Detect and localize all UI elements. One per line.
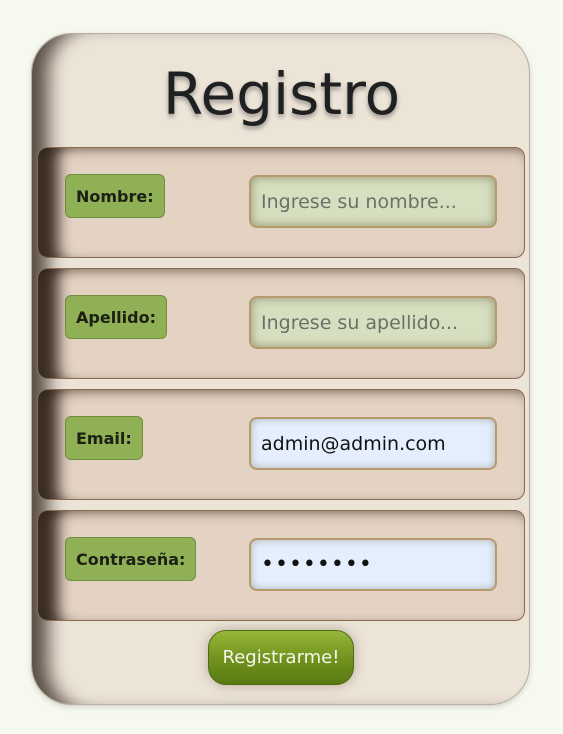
register-button[interactable]: Registrarme! [208, 630, 354, 685]
form-row-contrasena: Contraseña: [37, 510, 525, 621]
apellido-input[interactable] [249, 296, 497, 349]
form-row-email: Email: [37, 389, 525, 500]
form-row-apellido: Apellido: [37, 268, 525, 379]
email-label: Email: [65, 416, 143, 460]
form-row-nombre: Nombre: [37, 147, 525, 258]
apellido-label: Apellido: [65, 295, 167, 339]
nombre-label: Nombre: [65, 174, 165, 218]
nombre-input[interactable] [249, 175, 497, 228]
email-input[interactable] [249, 417, 497, 470]
contrasena-label: Contraseña: [65, 537, 197, 581]
page-title: Registro [162, 60, 401, 128]
password-input[interactable] [249, 538, 497, 591]
